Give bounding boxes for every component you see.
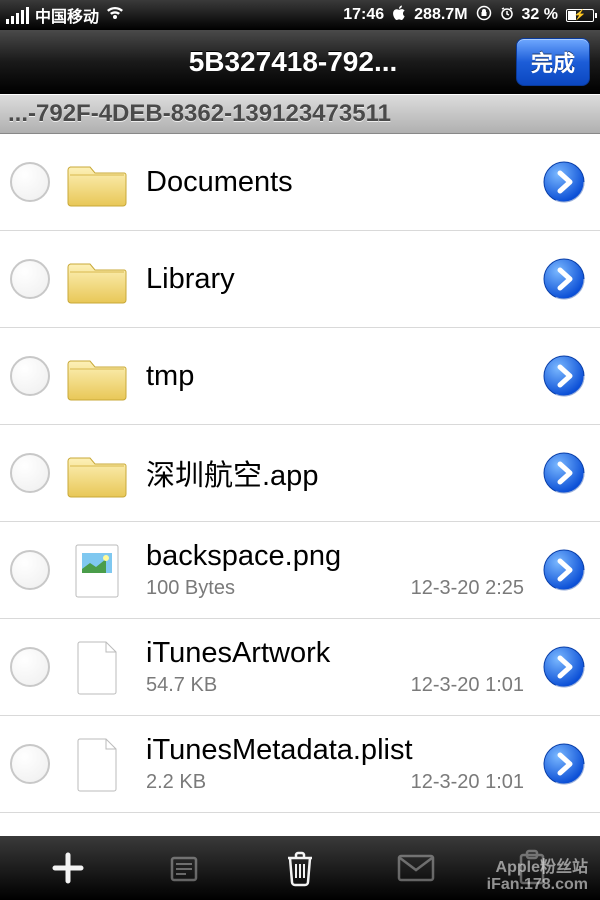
signal-icon <box>6 7 29 24</box>
file-name: iTunesArtwork <box>146 637 534 670</box>
folder-icon <box>66 151 128 213</box>
file-row[interactable]: 深圳航空.app <box>0 425 600 522</box>
disclosure-button[interactable] <box>542 354 586 398</box>
wifi-icon <box>105 5 125 26</box>
time-label: 17:46 <box>343 6 384 24</box>
clipboard-button[interactable] <box>508 844 556 892</box>
folder-icon <box>66 345 128 407</box>
select-circle[interactable] <box>10 259 50 299</box>
lock-icon <box>476 5 492 26</box>
file-name: Library <box>146 263 534 296</box>
file-name: tmp <box>146 360 534 393</box>
battery-icon: ⚡ <box>566 9 594 22</box>
archive-button[interactable] <box>160 844 208 892</box>
disclosure-button[interactable] <box>542 742 586 786</box>
select-circle[interactable] <box>10 647 50 687</box>
disclosure-button[interactable] <box>542 548 586 592</box>
path-bar[interactable]: ...-792F-4DEB-8362-139123473511 <box>0 94 600 134</box>
nav-bar: 5B327418-792... 完成 <box>0 30 600 94</box>
status-bar: 中国移动 17:46 288.7M 32 % ⚡ <box>0 0 600 30</box>
select-circle[interactable] <box>10 453 50 493</box>
select-circle[interactable] <box>10 162 50 202</box>
file-row[interactable]: iTunesArtwork 54.7 KB 12-3-20 1:01 <box>0 619 600 716</box>
file-size: 54.7 KB <box>146 674 217 697</box>
select-circle[interactable] <box>10 550 50 590</box>
disclosure-button[interactable] <box>542 645 586 689</box>
mail-button[interactable] <box>392 844 440 892</box>
select-circle[interactable] <box>10 356 50 396</box>
file-icon <box>66 733 128 795</box>
folder-icon <box>66 248 128 310</box>
disclosure-button[interactable] <box>542 160 586 204</box>
file-date: 12-3-20 1:01 <box>411 674 524 697</box>
file-name: 深圳航空.app <box>146 452 534 494</box>
file-date: 12-3-20 1:01 <box>411 771 524 794</box>
file-size: 2.2 KB <box>146 771 206 794</box>
done-button[interactable]: 完成 <box>516 38 590 86</box>
disclosure-button[interactable] <box>542 451 586 495</box>
alarm-icon <box>500 6 514 25</box>
folder-icon <box>66 442 128 504</box>
file-row[interactable]: iTunesMetadata.plist 2.2 KB 12-3-20 1:01 <box>0 716 600 813</box>
carrier-label: 中国移动 <box>35 3 99 27</box>
page-title: 5B327418-792... <box>10 46 516 78</box>
file-row[interactable]: backspace.png 100 Bytes 12-3-20 2:25 <box>0 522 600 619</box>
bottom-toolbar: Apple粉丝站 iFan.178.com <box>0 836 600 900</box>
file-row[interactable]: tmp <box>0 328 600 425</box>
file-date: 12-3-20 2:25 <box>411 577 524 600</box>
file-name: Documents <box>146 166 534 199</box>
file-icon <box>66 636 128 698</box>
battery-pct: 32 % <box>522 6 558 24</box>
trash-button[interactable] <box>276 844 324 892</box>
memory-label: 288.7M <box>414 6 467 24</box>
file-name: backspace.png <box>146 540 534 573</box>
apple-icon <box>392 5 406 26</box>
disclosure-button[interactable] <box>542 257 586 301</box>
add-button[interactable] <box>44 844 92 892</box>
select-circle[interactable] <box>10 744 50 784</box>
file-name: iTunesMetadata.plist <box>146 734 534 767</box>
image-file-icon <box>66 539 128 601</box>
file-row[interactable]: Library <box>0 231 600 328</box>
file-row[interactable]: Documents <box>0 134 600 231</box>
file-list: Documents Library tmp 深圳航空.app backspace.png… <box>0 134 600 836</box>
file-size: 100 Bytes <box>146 577 235 600</box>
